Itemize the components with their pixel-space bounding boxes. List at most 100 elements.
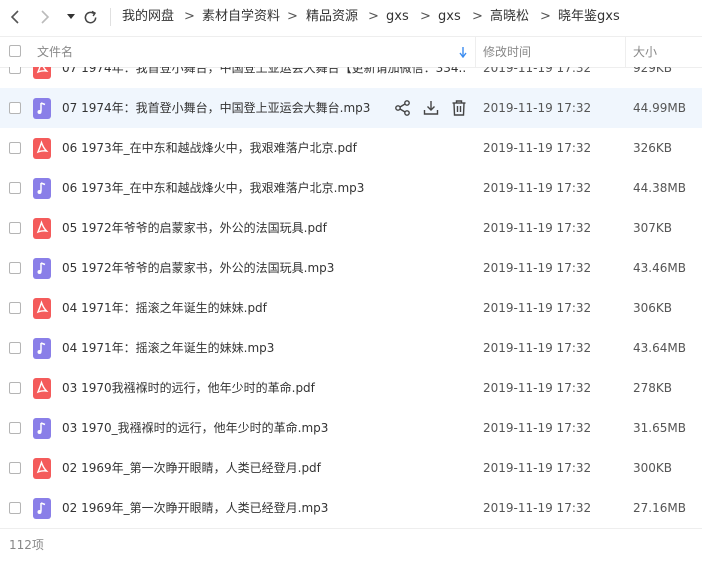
back-button[interactable] [6, 8, 24, 26]
file-size: 44.38MB [633, 181, 686, 195]
file-size: 44.99MB [633, 101, 686, 115]
row-checkbox[interactable] [9, 262, 21, 274]
pdf-file-icon [33, 67, 51, 79]
file-size: 929KB [633, 67, 673, 75]
audio-file-icon [33, 498, 51, 519]
file-row[interactable]: 07 1974年：我首登小舞台，中国登上亚运会大舞台【更新请加微信：334...… [0, 67, 702, 88]
file-name[interactable]: 02 1969年_第一次睁开眼睛，人类已经登月.pdf [62, 461, 466, 476]
caret-down-icon [67, 14, 75, 19]
file-row[interactable]: 02 1969年_第一次睁开眼睛，人类已经登月.pdf 2019-11-19 1… [0, 448, 702, 488]
row-checkbox[interactable] [9, 422, 21, 434]
audio-file-icon [33, 98, 51, 119]
download-button[interactable] [422, 99, 440, 117]
file-name[interactable]: 04 1971年：摇滚之年诞生的妹妹.pdf [62, 301, 466, 316]
breadcrumb-item[interactable]: 高晓松 [490, 9, 529, 25]
file-size: 307KB [633, 221, 673, 235]
file-name[interactable]: 07 1974年：我首登小舞台，中国登上亚运会大舞台.mp3 [62, 101, 382, 116]
file-row[interactable]: 02 1969年_第一次睁开眼睛，人类已经登月.mp3 2019-11-19 1… [0, 488, 702, 528]
file-row[interactable]: 04 1971年：摇滚之年诞生的妹妹.mp3 2019-11-19 17:32 … [0, 328, 702, 368]
select-all-checkbox[interactable] [9, 45, 21, 57]
file-name[interactable]: 06 1973年_在中东和越战烽火中，我艰难落户北京.mp3 [62, 181, 466, 196]
column-header-name[interactable]: 文件名 [37, 45, 73, 59]
column-header-size[interactable]: 大小 [633, 45, 657, 59]
file-modified-date: 2019-11-19 17:32 [483, 341, 592, 355]
breadcrumb-item-root[interactable]: 我的网盘 [122, 9, 174, 25]
file-modified-date: 2019-11-19 17:32 [483, 301, 592, 315]
row-checkbox[interactable] [9, 342, 21, 354]
download-icon [423, 101, 439, 115]
column-header-modified[interactable]: 修改时间 [483, 45, 531, 59]
file-size: 300KB [633, 461, 673, 475]
file-name[interactable]: 06 1973年_在中东和越战烽火中，我艰难落户北京.pdf [62, 141, 466, 156]
audio-file-icon [33, 258, 51, 279]
toolbar: 我的网盘 > 素材自学资料 > 精品资源 > gxs > gxs > 高晓松 >… [0, 0, 702, 35]
file-size: 278KB [633, 381, 673, 395]
breadcrumb-item[interactable]: gxs [386, 9, 409, 25]
breadcrumb-separator: > [368, 9, 379, 24]
toolbar-divider [110, 8, 111, 26]
row-checkbox[interactable] [9, 222, 21, 234]
file-name[interactable]: 03 1970_我襁褓时的远行，他年少时的革命.mp3 [62, 421, 466, 436]
file-modified-date: 2019-11-19 17:32 [483, 461, 592, 475]
share-button[interactable] [394, 99, 412, 117]
chevron-left-icon [10, 10, 19, 24]
file-name[interactable]: 02 1969年_第一次睁开眼睛，人类已经登月.mp3 [62, 501, 466, 516]
breadcrumb-item[interactable]: 精品资源 [306, 9, 358, 25]
trash-icon [452, 100, 466, 116]
file-modified-date: 2019-11-19 17:32 [483, 381, 592, 395]
audio-file-icon [33, 178, 51, 199]
file-row[interactable]: 06 1973年_在中东和越战烽火中，我艰难落户北京.mp3 2019-11-1… [0, 168, 702, 208]
chevron-right-icon [41, 10, 50, 24]
breadcrumb-item-current[interactable]: 晓年鉴gxs [558, 9, 620, 25]
refresh-button[interactable] [81, 8, 99, 26]
file-name[interactable]: 04 1971年：摇滚之年诞生的妹妹.mp3 [62, 341, 466, 356]
breadcrumb-separator: > [420, 9, 431, 24]
file-modified-date: 2019-11-19 17:32 [483, 221, 592, 235]
breadcrumb-separator: > [184, 9, 195, 24]
delete-button[interactable] [450, 99, 468, 117]
breadcrumb-separator: > [540, 9, 551, 24]
sort-arrow-down-icon[interactable] [459, 47, 467, 58]
status-bar: 112项 [0, 528, 702, 561]
file-row[interactable]: 03 1970我襁褓时的远行，他年少时的革命.pdf 2019-11-19 17… [0, 368, 702, 408]
file-row[interactable]: 07 1974年：我首登小舞台，中国登上亚运会大舞台.mp3 2019-11-1… [0, 88, 702, 128]
file-size: 43.64MB [633, 341, 686, 355]
history-dropdown-button[interactable] [62, 8, 80, 26]
file-name[interactable]: 03 1970我襁褓时的远行，他年少时的革命.pdf [62, 381, 466, 396]
audio-file-icon [33, 338, 51, 359]
file-modified-date: 2019-11-19 17:32 [483, 261, 592, 275]
file-size: 27.16MB [633, 501, 686, 515]
pdf-file-icon [33, 458, 51, 479]
file-name[interactable]: 05 1972年爷爷的启蒙家书，外公的法国玩具.pdf [62, 221, 466, 236]
file-name[interactable]: 07 1974年：我首登小舞台，中国登上亚运会大舞台【更新请加微信：334... [62, 67, 466, 76]
row-checkbox[interactable] [9, 382, 21, 394]
row-checkbox[interactable] [9, 67, 21, 74]
file-row[interactable]: 04 1971年：摇滚之年诞生的妹妹.pdf 2019-11-19 17:32 … [0, 288, 702, 328]
row-checkbox[interactable] [9, 102, 21, 114]
breadcrumb-item[interactable]: 素材自学资料 [202, 9, 280, 25]
pdf-file-icon [33, 378, 51, 399]
breadcrumb-separator: > [287, 9, 298, 24]
row-checkbox[interactable] [9, 462, 21, 474]
file-name[interactable]: 05 1972年爷爷的启蒙家书，外公的法国玩具.mp3 [62, 261, 466, 276]
file-modified-date: 2019-11-19 17:32 [483, 421, 592, 435]
row-checkbox[interactable] [9, 142, 21, 154]
forward-button[interactable] [36, 8, 54, 26]
column-divider[interactable] [475, 37, 476, 67]
file-row[interactable]: 03 1970_我襁褓时的远行，他年少时的革命.mp3 2019-11-19 1… [0, 408, 702, 448]
item-count: 112项 [9, 538, 44, 552]
file-size: 43.46MB [633, 261, 686, 275]
row-checkbox[interactable] [9, 302, 21, 314]
audio-file-icon [33, 418, 51, 439]
pdf-file-icon [33, 138, 51, 159]
row-checkbox[interactable] [9, 502, 21, 514]
file-modified-date: 2019-11-19 17:32 [483, 141, 592, 155]
file-row[interactable]: 05 1972年爷爷的启蒙家书，外公的法国玩具.mp3 2019-11-19 1… [0, 248, 702, 288]
breadcrumb-item[interactable]: gxs [438, 9, 461, 25]
row-checkbox[interactable] [9, 182, 21, 194]
column-divider[interactable] [625, 37, 626, 67]
file-size: 306KB [633, 301, 673, 315]
file-row[interactable]: 06 1973年_在中东和越战烽火中，我艰难落户北京.pdf 2019-11-1… [0, 128, 702, 168]
share-icon [395, 100, 410, 116]
file-row[interactable]: 05 1972年爷爷的启蒙家书，外公的法国玩具.pdf 2019-11-19 1… [0, 208, 702, 248]
